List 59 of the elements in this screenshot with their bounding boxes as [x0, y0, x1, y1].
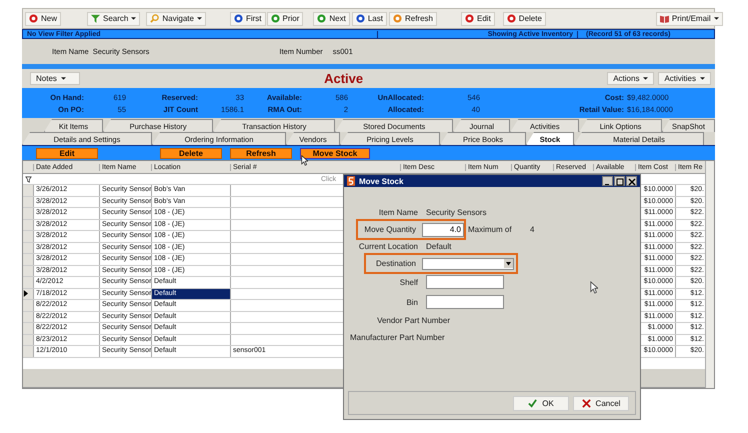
action-button[interactable]: Move Stock	[300, 148, 370, 158]
maximize-icon	[616, 178, 624, 186]
check-icon	[528, 398, 538, 408]
status-title: Active	[323, 71, 364, 86]
caret-icon	[643, 76, 648, 81]
caret-icon	[131, 16, 136, 21]
cursor-icon	[301, 155, 308, 166]
cross-icon	[582, 398, 591, 408]
toolbar-button[interactable]: Search	[87, 12, 140, 26]
filter-icon	[25, 176, 32, 182]
field-label: Move Quantity	[363, 225, 416, 234]
toolbar-button[interactable]: Print/Email	[656, 12, 723, 26]
close-icon	[628, 178, 636, 186]
caret-icon	[700, 76, 705, 81]
toolbar-button[interactable]: Navigate	[146, 12, 206, 26]
bin-field[interactable]	[426, 295, 504, 309]
toolbar-button[interactable]: Delete	[502, 12, 546, 26]
field-value: Default	[426, 242, 452, 251]
field-label: Shelf	[398, 278, 418, 286]
activities-dropdown[interactable]: Activities	[658, 72, 711, 85]
close-button[interactable]	[626, 176, 637, 186]
caret-icon	[714, 16, 719, 21]
quantity-field[interactable]: 4.0	[422, 222, 464, 236]
cancel-button[interactable]: Cancel	[573, 396, 629, 410]
notes-dropdown[interactable]: Notes	[30, 72, 80, 85]
action-button[interactable]: Refresh	[230, 148, 292, 158]
field-label: Current Location	[358, 242, 418, 251]
toolbar-button[interactable]: Prior	[266, 12, 304, 26]
destination-dropdown[interactable]	[422, 258, 514, 270]
actions-dropdown[interactable]: Actions	[607, 72, 654, 85]
vertical-scrollbar[interactable]	[705, 161, 714, 388]
dropdown-arrow-icon	[504, 258, 513, 268]
shelf-field[interactable]	[426, 275, 504, 289]
toolbar-button[interactable]: First	[230, 12, 266, 26]
action-button[interactable]: Delete	[160, 148, 222, 158]
toolbar-button[interactable]: New	[25, 12, 62, 26]
maximum-value: 4	[530, 225, 534, 234]
field-label: Bin	[405, 298, 418, 306]
field-label: Item Name	[378, 208, 418, 217]
app-icon	[347, 176, 355, 186]
caret-icon	[60, 76, 66, 81]
maximum-label: Maximum of	[468, 225, 513, 234]
toolbar-button[interactable]: Edit	[461, 12, 495, 26]
field-label: Destination	[374, 259, 416, 268]
row-pointer-icon	[23, 290, 28, 298]
caret-icon	[196, 16, 202, 21]
field-label: Manufacturer Part Number	[350, 333, 446, 342]
toolbar-button[interactable]: Next	[313, 12, 350, 26]
ok-button[interactable]: OK	[513, 396, 569, 410]
cursor-icon	[590, 281, 598, 294]
toolbar-button[interactable]: Refresh	[388, 12, 437, 26]
row-header[interactable]	[23, 288, 33, 299]
action-button[interactable]: Edit	[36, 148, 98, 158]
minimize-button[interactable]	[602, 176, 613, 186]
dialog-title: Move Stock	[359, 176, 404, 186]
field-value: Security Sensors	[426, 208, 486, 217]
maximize-button[interactable]	[614, 176, 625, 186]
field-label: Vendor Part Number	[376, 316, 450, 325]
toolbar-button[interactable]: Last	[352, 12, 387, 26]
